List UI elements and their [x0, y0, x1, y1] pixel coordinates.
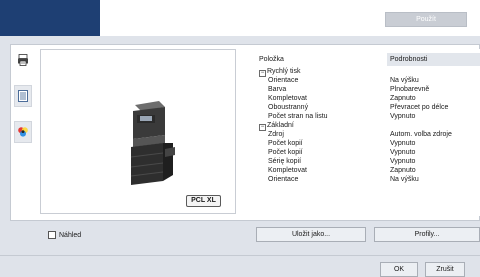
row-label-text: Počet kopií: [268, 149, 303, 156]
column-header-detail[interactable]: Podrobnosti: [387, 53, 480, 66]
row-label-text: Barva: [268, 86, 287, 93]
row-detail-value: Vypnuto: [390, 113, 416, 120]
tab-quick-print[interactable]: [14, 49, 32, 71]
row-label-text: Rychlý tisk: [267, 68, 301, 75]
top-bar: Použít: [0, 0, 480, 36]
row-item-label: Orientace: [256, 76, 386, 85]
ok-button[interactable]: OK: [380, 262, 418, 277]
table-row[interactable]: Počet kopií Vypnuto: [256, 148, 480, 157]
table-row[interactable]: Kompletovat Zapnuto: [256, 94, 480, 103]
pdl-badge: PCL XL: [186, 195, 221, 207]
side-tab-bar: [11, 46, 32, 221]
save-as-button[interactable]: Uložit jako...: [256, 227, 366, 242]
row-detail-value: Plnobarevně: [390, 86, 430, 93]
tab-basic[interactable]: [14, 85, 32, 107]
row-label-text: Orientace: [268, 176, 299, 183]
apply-button[interactable]: Použít: [385, 12, 467, 27]
tab-color[interactable]: [14, 121, 32, 143]
preview-checkbox-label: Náhled: [59, 231, 82, 239]
preview-checkbox[interactable]: [48, 231, 56, 239]
printer-illustration: [130, 101, 175, 185]
color-palette-icon: [18, 127, 28, 137]
row-item-label: Barva: [256, 85, 386, 94]
table-row[interactable]: Sérię kopií Vypnuto: [256, 157, 480, 166]
row-label-text: Orientace: [268, 77, 299, 84]
table-row[interactable]: Orientace Na výšku: [256, 76, 480, 85]
row-item-label: Orientace: [256, 175, 386, 184]
cancel-button[interactable]: Zrušit: [425, 262, 465, 277]
row-detail-value: Na výšku: [390, 77, 419, 84]
row-label-text: Počet stran na listu: [268, 113, 328, 120]
row-detail-value: Převracet po délce: [390, 104, 449, 111]
row-item-label: Kompletovat: [256, 94, 386, 103]
footer-divider: [0, 255, 480, 256]
brand-strip: [0, 0, 100, 36]
row-detail-value: Zapnuto: [390, 167, 416, 174]
profiles-button[interactable]: Profily...: [374, 227, 480, 242]
row-label-text: Zdroj: [268, 131, 284, 138]
layout-list-icon: [18, 90, 28, 102]
row-item-label: Kompletovat: [256, 166, 386, 175]
table-row[interactable]: Počet kopií Vypnuto: [256, 139, 480, 148]
table-row[interactable]: Oboustranný Převracet po délce: [256, 103, 480, 112]
row-item-label: Počet kopií: [256, 148, 386, 157]
row-label-text: Základní: [267, 122, 294, 129]
table-row[interactable]: Barva Plnobarevně: [256, 85, 480, 94]
row-item-label: Oboustranný: [256, 103, 386, 112]
row-label-text: Sérię kopií: [268, 158, 302, 165]
row-detail-value: Vypnuto: [390, 158, 416, 165]
preview-checkbox-row[interactable]: Náhled: [48, 230, 81, 240]
row-detail-value: Zapnuto: [390, 95, 416, 102]
table-row[interactable]: Zdroj Autom. volba zdroje: [256, 130, 480, 139]
table-row[interactable]: Počet stran na listu Vypnuto: [256, 112, 480, 121]
row-detail-value: Autom. volba zdroje: [390, 131, 452, 138]
table-group-row[interactable]: − Rychlý tisk: [256, 67, 480, 77]
printer-document-icon: [18, 54, 28, 66]
column-header-item[interactable]: Položka: [256, 53, 386, 66]
row-detail-value: Vypnuto: [390, 149, 416, 156]
row-item-label: Počet stran na listu: [256, 112, 386, 121]
row-label-text: Oboustranný: [268, 104, 309, 111]
row-item-label: Sérię kopií: [256, 157, 386, 166]
row-detail-value: Vypnuto: [390, 140, 416, 147]
table-body: − Rychlý tisk Orientace Na výšku Barva Plnoba…: [256, 67, 480, 184]
preview-frame: PCL XL: [40, 49, 236, 214]
row-label-text: Kompletovat: [268, 167, 307, 174]
row-detail-value: Na výšku: [390, 176, 419, 183]
table-row[interactable]: Kompletovat Zapnuto: [256, 166, 480, 175]
table-group-row[interactable]: − Základní: [256, 121, 480, 131]
row-item-label: Zdroj: [256, 130, 386, 139]
row-label-text: Počet kopií: [268, 140, 303, 147]
row-item-label: Počet kopií: [256, 139, 386, 148]
table-row[interactable]: Orientace Na výšku: [256, 175, 480, 184]
row-label-text: Kompletovat: [268, 95, 307, 102]
settings-table: Položka Podrobnosti − Rychlý tisk Orientac…: [256, 49, 480, 216]
table-header: Položka Podrobnosti: [256, 53, 480, 66]
